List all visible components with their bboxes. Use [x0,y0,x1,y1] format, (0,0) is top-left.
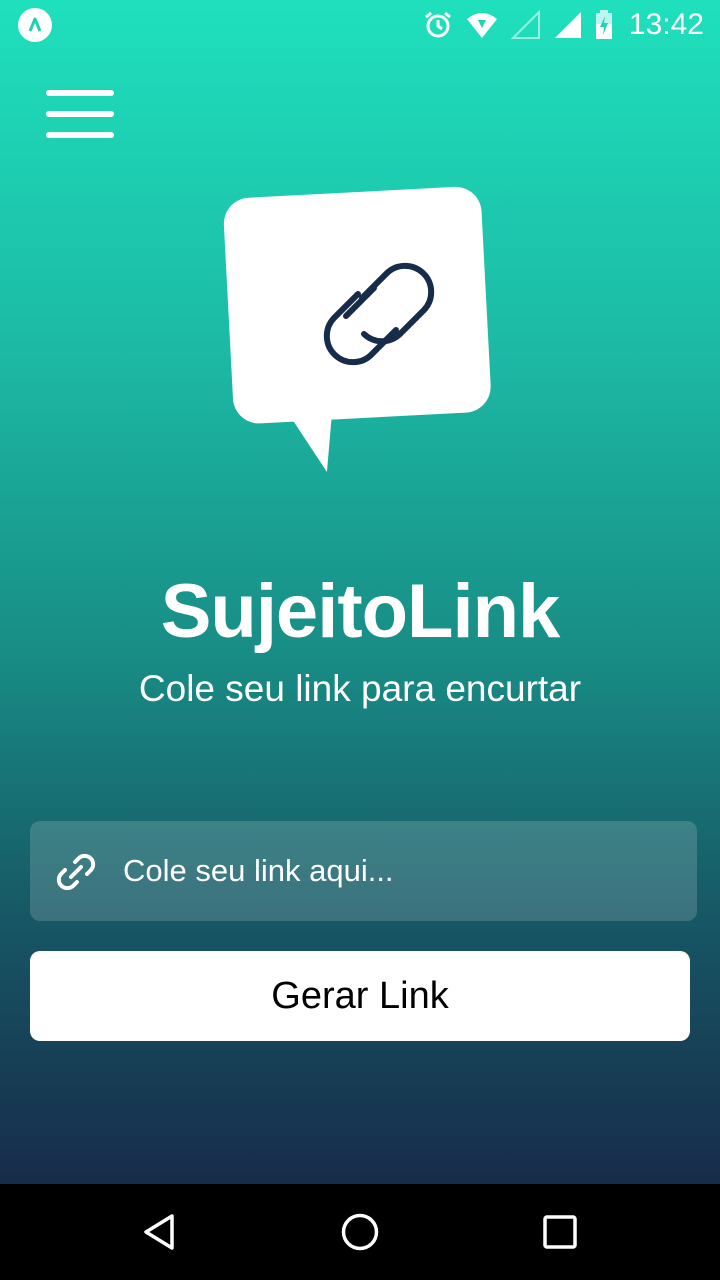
link-input[interactable] [30,821,697,921]
home-button[interactable] [326,1198,394,1266]
navigation-bar [0,1184,720,1280]
wifi-icon [466,13,497,38]
app-title: SujeitoLink [160,569,561,654]
app-subtitle: Cole seu link para encurtar [138,668,582,709]
status-icons: 13:42 [423,0,704,50]
logo-chat-bubble-icon [223,186,491,472]
back-icon [144,1214,174,1250]
generate-link-button[interactable]: Gerar Link [30,951,690,1041]
battery-charging-icon [595,10,612,39]
alarm-icon [424,11,451,38]
home-icon [341,1213,379,1251]
app-notification-icon [18,8,52,42]
status-time: 13:42 [628,8,704,41]
recents-icon [543,1215,577,1249]
app-background: 13:42 SujeitoLink Cole seu link para enc… [0,0,720,1184]
menu-button[interactable] [46,90,114,142]
back-button[interactable] [126,1198,194,1266]
screen: 13:42 SujeitoLink Cole seu link para enc… [0,0,720,1280]
status-bar: 13:42 [0,0,720,50]
signal-empty-icon [510,10,540,39]
signal-full-icon [554,12,581,38]
recents-button[interactable] [526,1198,594,1266]
